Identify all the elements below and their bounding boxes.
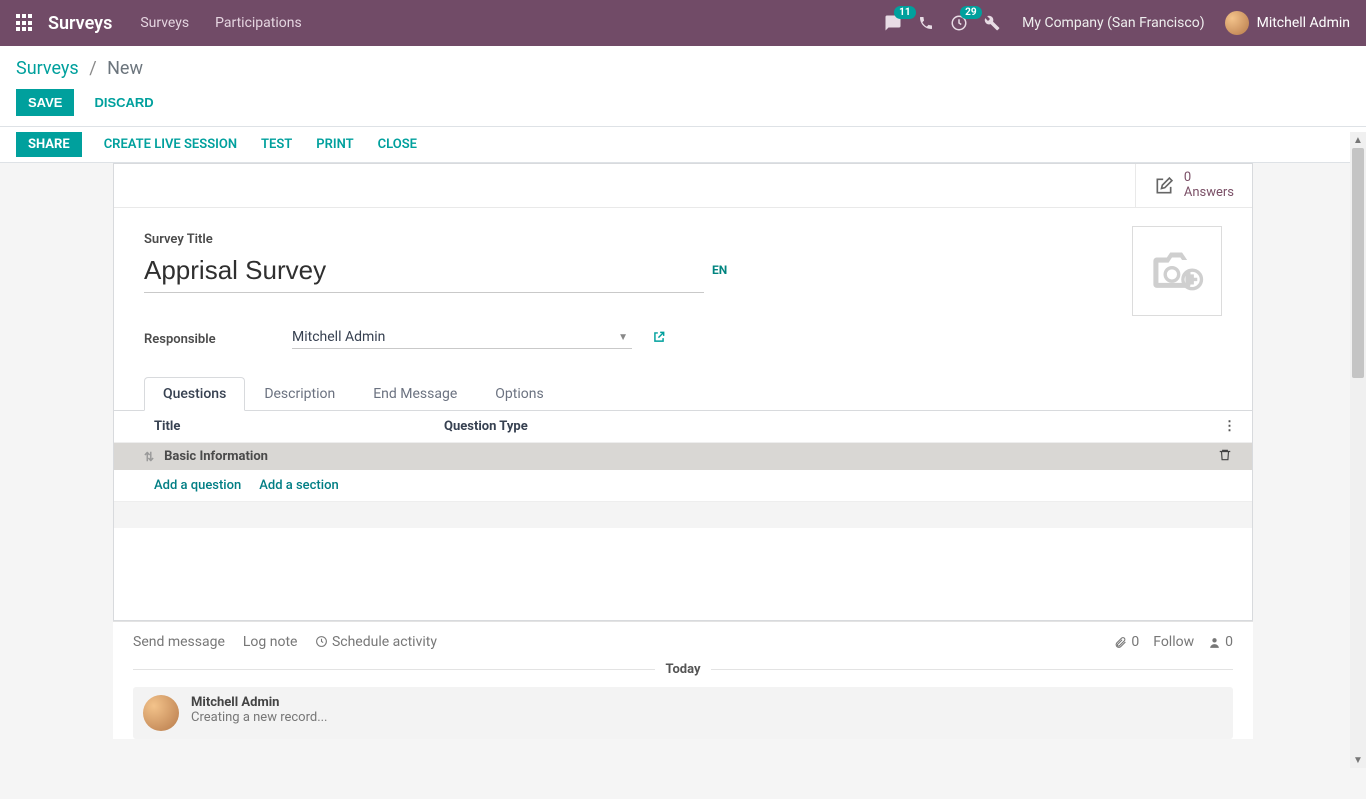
- log-text: Creating a new record...: [191, 710, 328, 725]
- answers-count: 0: [1184, 171, 1234, 185]
- trash-icon[interactable]: [1218, 448, 1232, 466]
- log-item: Mitchell Admin Creating a new record...: [133, 687, 1233, 739]
- send-message-link[interactable]: Send message: [133, 634, 225, 650]
- log-note-link[interactable]: Log note: [243, 634, 298, 650]
- company-selector[interactable]: My Company (San Francisco): [1022, 15, 1204, 31]
- close-button[interactable]: CLOSE: [366, 132, 429, 157]
- follow-button[interactable]: Follow: [1153, 634, 1194, 650]
- debug-icon[interactable]: [984, 15, 1000, 31]
- save-button[interactable]: SAVE: [16, 89, 74, 116]
- log-user: Mitchell Admin: [191, 695, 328, 710]
- test-button[interactable]: TEST: [249, 132, 304, 157]
- app-brand[interactable]: Surveys: [48, 13, 112, 34]
- kebab-icon[interactable]: ⋮: [1223, 419, 1236, 434]
- log-avatar: [143, 695, 179, 731]
- status-bar: SHARE CREATE LIVE SESSION TEST PRINT CLO…: [0, 127, 1366, 163]
- column-title: Title: [144, 419, 444, 434]
- pencil-square-icon: [1154, 176, 1174, 196]
- activities-icon[interactable]: 29: [950, 14, 968, 32]
- breadcrumb-leaf: New: [107, 58, 143, 79]
- add-question-link[interactable]: Add a question: [154, 478, 241, 493]
- scroll-thumb[interactable]: [1352, 148, 1364, 378]
- user-name: Mitchell Admin: [1257, 15, 1350, 31]
- attachments-button[interactable]: 0: [1114, 634, 1139, 650]
- drag-handle-icon[interactable]: ⇅: [144, 450, 154, 464]
- chevron-down-icon: ▼: [618, 332, 628, 343]
- tab-questions[interactable]: Questions: [144, 377, 245, 411]
- create-live-session-button[interactable]: CREATE LIVE SESSION: [92, 132, 249, 157]
- phone-icon[interactable]: [918, 15, 934, 31]
- main-area: 0 Answers Survey Title: [0, 163, 1366, 799]
- add-section-link[interactable]: Add a section: [259, 478, 338, 493]
- external-link-icon[interactable]: [652, 330, 666, 348]
- tab-options[interactable]: Options: [476, 377, 562, 411]
- schedule-activity-link[interactable]: Schedule activity: [315, 634, 437, 650]
- answers-label: Answers: [1184, 186, 1234, 200]
- responsible-value: Mitchell Admin: [292, 329, 618, 345]
- image-upload[interactable]: [1132, 226, 1222, 316]
- form-sheet: 0 Answers Survey Title: [113, 163, 1253, 621]
- breadcrumb-sep: /: [89, 58, 96, 79]
- nav-surveys[interactable]: Surveys: [140, 15, 189, 31]
- questions-table: Title Question Type ⋮ ⇅ Basic Informatio…: [114, 411, 1252, 528]
- section-row[interactable]: ⇅ Basic Information: [114, 443, 1252, 470]
- camera-plus-icon: [1150, 249, 1204, 293]
- breadcrumb: Surveys / New: [16, 58, 1350, 79]
- responsible-select[interactable]: Mitchell Admin ▼: [292, 329, 632, 349]
- today-divider: Today: [665, 662, 700, 677]
- print-button[interactable]: PRINT: [304, 132, 365, 157]
- nav-participations[interactable]: Participations: [215, 15, 302, 31]
- chatter: Send message Log note Schedule activity …: [113, 621, 1253, 739]
- followers-button[interactable]: 0: [1208, 634, 1233, 650]
- share-button[interactable]: SHARE: [16, 132, 82, 157]
- person-icon: [1208, 636, 1221, 649]
- clock-icon: [315, 635, 328, 648]
- blank-row: [114, 502, 1252, 528]
- lang-badge[interactable]: EN: [712, 263, 727, 277]
- messages-badge: 11: [894, 6, 915, 19]
- tab-description[interactable]: Description: [245, 377, 354, 411]
- tab-end-message[interactable]: End Message: [354, 377, 476, 411]
- user-menu[interactable]: Mitchell Admin: [1225, 11, 1350, 35]
- section-title: Basic Information: [164, 449, 268, 464]
- column-question-type: Question Type: [444, 419, 528, 434]
- apps-icon[interactable]: [16, 14, 34, 32]
- responsible-label: Responsible: [144, 332, 280, 347]
- messages-icon[interactable]: 11: [884, 14, 902, 32]
- breadcrumb-root[interactable]: Surveys: [16, 58, 79, 79]
- paperclip-icon: [1114, 636, 1127, 649]
- activities-badge: 29: [960, 6, 981, 19]
- tabs: Questions Description End Message Option…: [114, 377, 1252, 411]
- scroll-down-icon[interactable]: ▼: [1350, 752, 1366, 768]
- discard-button[interactable]: DISCARD: [90, 89, 157, 116]
- control-bar: Surveys / New SAVE DISCARD: [0, 46, 1366, 127]
- survey-title-label: Survey Title: [144, 232, 1222, 247]
- vertical-scrollbar[interactable]: ▲ ▼: [1350, 132, 1366, 768]
- top-navbar: Surveys Surveys Participations 11 29 My …: [0, 0, 1366, 46]
- survey-title-input[interactable]: [144, 253, 704, 293]
- answers-stat-button[interactable]: 0 Answers: [1135, 164, 1252, 207]
- avatar: [1225, 11, 1249, 35]
- scroll-up-icon[interactable]: ▲: [1350, 132, 1366, 148]
